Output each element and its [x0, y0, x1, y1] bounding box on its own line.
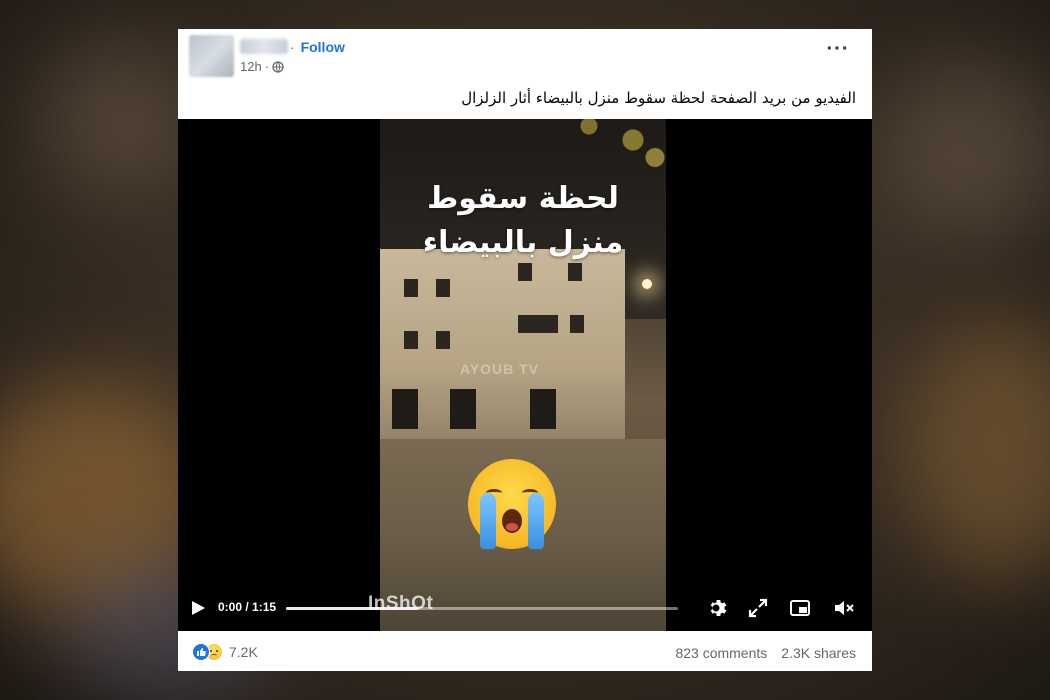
time-display: 0:00 / 1:15: [218, 600, 277, 614]
video-controls: 0:00 / 1:15: [178, 585, 872, 631]
post-meta: 12h ·: [240, 59, 284, 74]
play-icon[interactable]: [192, 601, 205, 615]
video-frame: لحظة سقوط منزل بالبيضاء AYOUB TV: [380, 119, 666, 631]
background-blur: [40, 40, 200, 200]
crying-face-emoji: [468, 459, 556, 549]
more-options-icon[interactable]: ···: [826, 39, 850, 63]
globe-icon[interactable]: [272, 60, 284, 73]
timestamp[interactable]: 12h: [240, 59, 262, 74]
post-header: · Follow 12h · ···: [178, 29, 872, 79]
avatar[interactable]: [189, 35, 234, 77]
settings-gear-icon[interactable]: [706, 596, 730, 620]
like-reaction-icon: [192, 643, 210, 661]
video-overlay-text: لحظة سقوط منزل بالبيضاء: [380, 177, 666, 265]
video-watermark: AYOUB TV: [460, 361, 540, 377]
progress-bar[interactable]: [286, 607, 678, 610]
post-card: · Follow 12h · ··· الفيديو من بريد الصفح…: [178, 29, 872, 671]
volume-muted-icon[interactable]: [832, 596, 856, 620]
video-player[interactable]: لحظة سقوط منزل بالبيضاء AYOUB TV InShOt …: [178, 119, 872, 631]
post-footer: 7.2K 823 comments 2.3K shares: [178, 631, 872, 671]
reaction-count[interactable]: 7.2K: [229, 644, 258, 660]
follow-button[interactable]: · Follow: [290, 39, 345, 55]
progress-buffer: [286, 607, 420, 610]
post-caption: الفيديو من بريد الصفحة لحظة سقوط منزل با…: [461, 89, 856, 107]
shares-count[interactable]: 2.3K shares: [781, 645, 856, 661]
fullscreen-icon[interactable]: [746, 596, 770, 620]
blurred-page-name[interactable]: [240, 39, 288, 54]
picture-in-picture-icon[interactable]: [788, 596, 812, 620]
engagement-stats: 823 comments 2.3K shares: [675, 645, 856, 661]
reactions-summary[interactable]: 7.2K: [192, 643, 258, 661]
follow-label[interactable]: Follow: [301, 39, 345, 55]
separator-dot: ·: [290, 39, 295, 55]
separator-dot: ·: [264, 59, 270, 74]
street-lamp: [642, 279, 652, 289]
building: [380, 249, 625, 449]
overlay-line-1: لحظة سقوط: [427, 181, 619, 216]
comments-count[interactable]: 823 comments: [675, 645, 767, 661]
background-blur: [880, 60, 1050, 240]
background-blur: [900, 320, 1050, 580]
overlay-line-2: منزل بالبيضاء: [422, 225, 624, 260]
